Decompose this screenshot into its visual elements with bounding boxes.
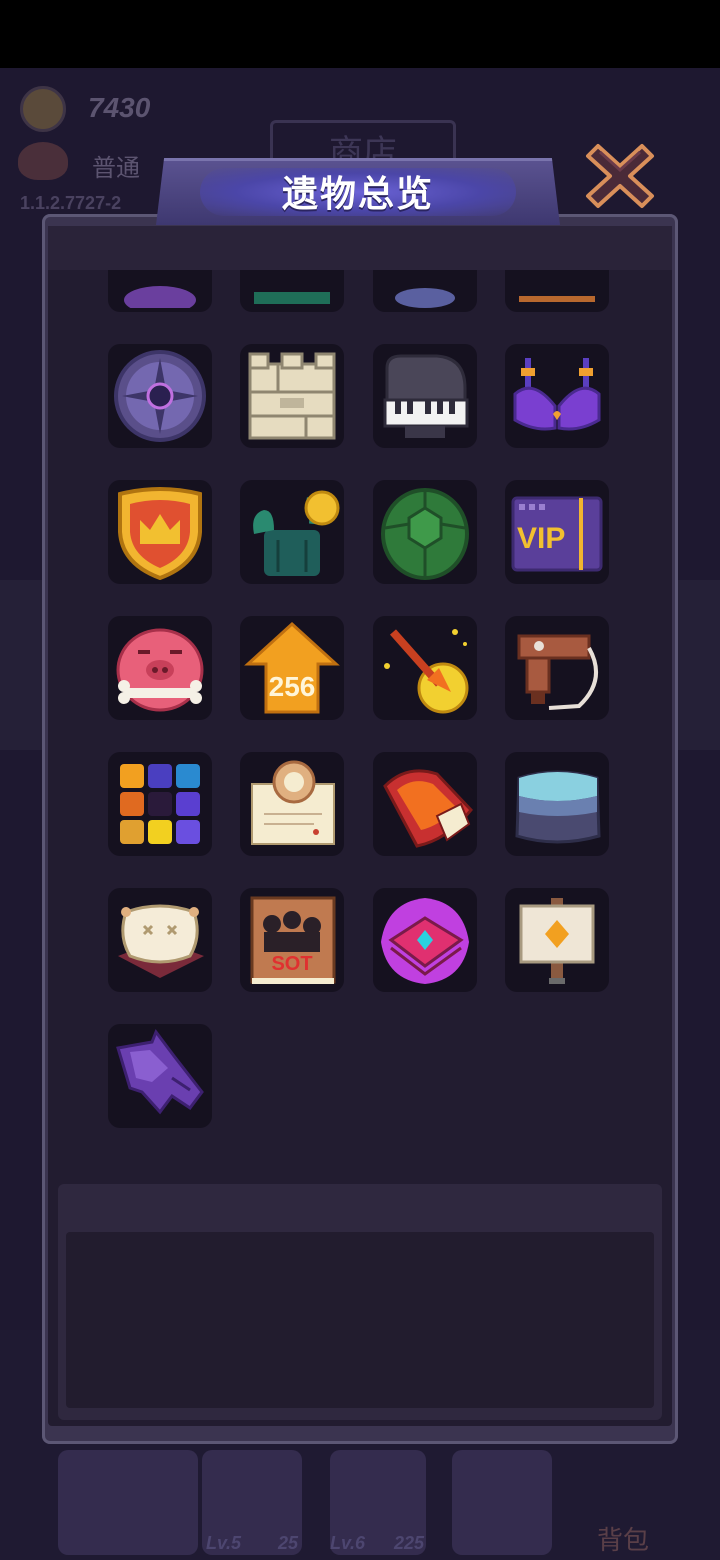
relic-grid[interactable]: VIP 256 SOT: [48, 270, 672, 1160]
dialog-title: 遗物总览: [281, 173, 434, 214]
svg-text:SOT: SOT: [271, 953, 312, 975]
dialog-header-strip: [48, 226, 672, 270]
fire-arrow-coin-icon: [384, 629, 469, 714]
relic-slot-partial[interactable]: [108, 270, 212, 312]
cursed-purple-book-icon: [381, 898, 469, 984]
background-slot-1: [58, 1450, 198, 1555]
stone-wall-block-icon: [248, 352, 336, 440]
relic-slot[interactable]: [108, 344, 212, 448]
relic-slot-partial[interactable]: [505, 270, 609, 312]
color-palette-icon: [120, 764, 200, 844]
vip-card-icon: VIP: [511, 496, 603, 572]
relic-slot[interactable]: [505, 616, 609, 720]
purple-compass-icon: [114, 350, 206, 442]
relic-slot[interactable]: [373, 752, 477, 856]
relic-slot[interactable]: [108, 616, 212, 720]
relic-description-text: [66, 1232, 654, 1408]
relic-slot[interactable]: [373, 888, 477, 992]
slot-count-label: 25: [278, 1533, 299, 1553]
relic-slot[interactable]: [240, 752, 344, 856]
relic-slot[interactable]: 256: [240, 616, 344, 720]
certificate-scroll-icon: [251, 760, 335, 845]
relic-slot[interactable]: [108, 752, 212, 856]
arrow-256-icon: 256: [244, 621, 340, 714]
slot-level-label: Lv.5: [206, 1533, 242, 1553]
relic-slot[interactable]: SOT: [240, 888, 344, 992]
relic-slot-partial[interactable]: [240, 270, 344, 312]
purple-bra-icon: [513, 358, 601, 431]
svg-text:VIP: VIP: [517, 522, 565, 555]
signpost-icon: [519, 898, 595, 984]
pig-bone-icon: [116, 628, 204, 712]
relic-slot[interactable]: [108, 1024, 212, 1128]
relic-slot[interactable]: [373, 616, 477, 720]
purple-crystal-axe-icon: [116, 1028, 204, 1115]
slot-level-label: Lv.6: [330, 1533, 366, 1553]
relic-slot-partial[interactable]: [373, 270, 477, 312]
turtle-shell-icon: [381, 488, 469, 580]
background-slot-4: [452, 1450, 552, 1555]
ice-stone-block-icon: [515, 770, 601, 844]
relic-slot[interactable]: [373, 480, 477, 584]
relic-slot[interactable]: [240, 344, 344, 448]
close-x-icon: [586, 144, 654, 208]
coin-count: 7430: [88, 92, 151, 123]
gangster-book-icon: SOT: [250, 896, 336, 984]
relic-slot[interactable]: [505, 752, 609, 856]
relic-slot[interactable]: [240, 480, 344, 584]
grand-piano-icon: [383, 354, 469, 438]
flame-book-icon: [383, 769, 473, 848]
relic-slot[interactable]: [505, 888, 609, 992]
svg-text:256: 256: [269, 671, 316, 702]
slot-count-label: 225: [394, 1533, 425, 1553]
cactus-coin-icon: [253, 490, 340, 576]
version-label: 1.1.2.7727-2: [20, 193, 122, 213]
pistol-hook-icon: [517, 634, 598, 710]
relic-slot[interactable]: [505, 344, 609, 448]
close-button[interactable]: [584, 140, 656, 212]
bag-label: 背包: [597, 1525, 650, 1555]
mode-label: 普通: [92, 155, 140, 182]
relic-slot[interactable]: [108, 888, 212, 992]
relic-slot[interactable]: VIP: [505, 480, 609, 584]
mode-icon: [18, 142, 68, 180]
gold-crown-shield-icon: [118, 487, 202, 580]
cushion-pillow-icon: [118, 904, 204, 978]
coin-icon: [20, 86, 66, 132]
relic-slot[interactable]: [108, 480, 212, 584]
relic-slot[interactable]: [373, 344, 477, 448]
